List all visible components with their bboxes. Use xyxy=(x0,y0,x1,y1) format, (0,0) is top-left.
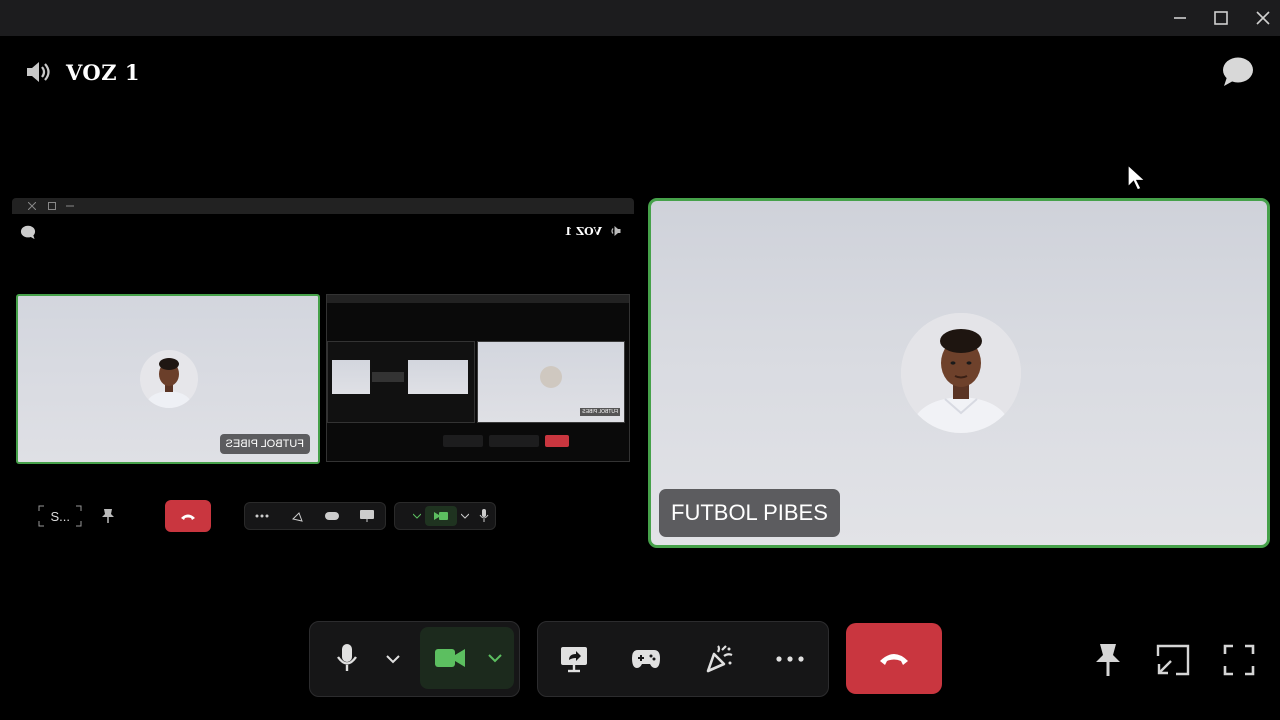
gamepad-icon xyxy=(632,650,660,668)
participant-tile[interactable]: FUTBOL PIBES xyxy=(648,198,1270,548)
maximize-button[interactable] xyxy=(1207,6,1235,30)
shared-hangup xyxy=(165,500,211,532)
popout-icon xyxy=(1156,644,1190,676)
shared-activity-controls xyxy=(244,502,386,530)
microphone-icon xyxy=(337,644,357,671)
shared-channel-header: VOZ 1 xyxy=(565,224,622,238)
microphone-button[interactable] xyxy=(332,640,362,676)
minimize-icon xyxy=(1174,17,1186,19)
window-titlebar xyxy=(0,0,1280,36)
chat-bubble-icon xyxy=(1223,57,1253,86)
microphone-icon xyxy=(479,509,489,522)
gamepad-icon xyxy=(325,512,340,520)
disconnect-button[interactable] xyxy=(846,623,942,694)
pin-button[interactable] xyxy=(1088,640,1128,680)
fullscreen-button[interactable] xyxy=(1219,640,1259,680)
more-icon xyxy=(256,514,269,518)
chevron-down-icon xyxy=(413,513,421,519)
screen-share-content: VOZ 1 FUTBOL PIBES FUTBOL PIBES S... xyxy=(12,198,634,548)
camera-button[interactable] xyxy=(428,641,472,675)
shared-media-controls xyxy=(394,502,496,530)
shared-titlebar xyxy=(12,198,634,214)
activities-button[interactable] xyxy=(628,641,664,677)
camera-icon xyxy=(435,649,465,667)
popout-button[interactable] xyxy=(1153,640,1193,680)
speaker-icon xyxy=(27,62,50,82)
soundboard-button[interactable] xyxy=(701,641,737,677)
camera-toggle-group xyxy=(420,627,514,689)
screen-share-button[interactable] xyxy=(556,641,592,677)
microphone-options-button[interactable] xyxy=(380,646,406,672)
participant-avatar xyxy=(140,350,198,408)
screen-share-icon xyxy=(360,510,375,522)
soundboard-icon xyxy=(706,645,733,673)
chevron-down-icon xyxy=(386,655,400,664)
mouse-cursor xyxy=(1127,163,1147,191)
participant-avatar xyxy=(901,313,1021,433)
chevron-down-icon xyxy=(488,654,502,663)
fullscreen-icon xyxy=(1223,644,1255,676)
shared-truncated-item: S... xyxy=(38,505,82,527)
minimize-icon xyxy=(66,205,74,207)
shared-participant-tile: FUTBOL PIBES xyxy=(16,294,320,464)
channel-name: VOZ 1 xyxy=(66,59,140,85)
close-icon xyxy=(28,202,36,210)
chevron-down-icon xyxy=(461,513,469,519)
maximize-icon xyxy=(48,202,56,210)
close-icon xyxy=(1256,11,1270,25)
participant-name-label: FUTBOL PIBES xyxy=(659,489,840,537)
shared-participant-label: FUTBOL PIBES xyxy=(219,434,310,454)
speaker-icon xyxy=(611,226,621,236)
screen-share-tile[interactable]: VOZ 1 FUTBOL PIBES FUTBOL PIBES S... xyxy=(12,198,634,548)
person-photo xyxy=(901,313,1021,433)
close-button[interactable] xyxy=(1249,6,1277,30)
chat-button[interactable] xyxy=(1220,54,1256,90)
pin-icon xyxy=(102,509,114,523)
phone-hangup-icon xyxy=(181,514,195,520)
camera-icon xyxy=(434,512,448,520)
more-options-button[interactable] xyxy=(772,645,808,673)
nested-share-tile: FUTBOL PIBES xyxy=(326,294,630,462)
camera-options-button[interactable] xyxy=(482,645,508,671)
phone-hangup-icon xyxy=(880,653,908,665)
channel-header: VOZ 1 xyxy=(24,58,140,86)
soundboard-icon xyxy=(292,512,304,522)
maximize-icon xyxy=(1214,11,1228,25)
minimize-button[interactable] xyxy=(1166,6,1194,30)
more-icon xyxy=(776,656,804,662)
chat-bubble-icon xyxy=(20,225,36,240)
screen-share-icon xyxy=(561,647,587,673)
shared-channel-name: VOZ 1 xyxy=(564,224,602,238)
pin-icon xyxy=(1096,644,1120,676)
